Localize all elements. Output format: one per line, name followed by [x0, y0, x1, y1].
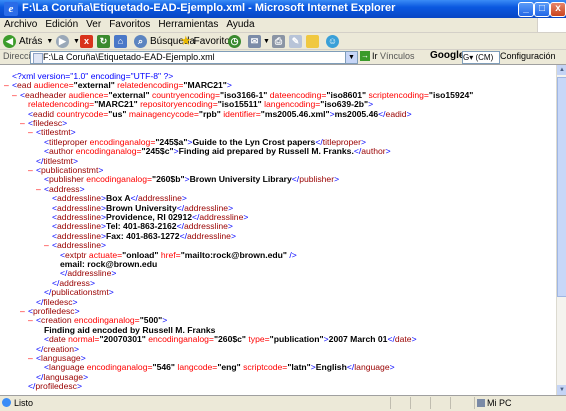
favorites-button[interactable]: ★ Favoritos: [180, 33, 235, 49]
title-bar: e F:\La Coruña\Etiquetado-EAD-Ejemplo.xm…: [0, 0, 566, 18]
menu-ayuda[interactable]: Ayuda: [222, 18, 258, 30]
print-button[interactable]: ⎙: [272, 33, 285, 49]
google-logo: Google: [430, 50, 465, 61]
collapse-toggle[interactable]: –: [28, 165, 36, 175]
folder-icon: [306, 34, 319, 48]
ie-logo-icon: e: [4, 2, 18, 16]
address-input[interactable]: F:\La Coruña\Etiquetado-EAD-Ejemplo.xml: [30, 51, 357, 64]
go-button[interactable]: → Ir: [360, 51, 378, 61]
messenger-icon: ☺: [326, 34, 339, 48]
forward-arrow-icon: ▶: [56, 34, 69, 48]
print-icon: ⎙: [272, 34, 285, 48]
status-divider: [410, 397, 411, 409]
xml-line-date: <date normal="20070301" encodinganalog="…: [44, 334, 417, 345]
mail-icon: ✉: [248, 34, 261, 48]
page-status-icon: [2, 398, 11, 407]
status-text: Listo: [14, 398, 34, 408]
xml-line-language: <language encodinganalog="546" langcode=…: [44, 362, 395, 373]
status-divider: [390, 397, 391, 409]
refresh-icon: ↻: [97, 34, 110, 48]
collapse-toggle[interactable]: –: [44, 240, 52, 250]
xml-line-eadid: <eadid countrycode="us" mainagencycode="…: [28, 108, 412, 119]
address-value: F:\La Coruña\Etiquetado-EAD-Ejemplo.xml: [43, 52, 215, 62]
refresh-button[interactable]: ↻: [97, 33, 110, 49]
address-bar: Dirección F:\La Coruña\Etiquetado-EAD-Ej…: [0, 50, 566, 65]
collapse-toggle[interactable]: –: [28, 315, 36, 325]
menu-favoritos[interactable]: Favoritos: [105, 18, 154, 30]
favorites-star-icon: ★: [180, 33, 192, 48]
vertical-scrollbar[interactable]: ▲ ▼: [556, 65, 566, 395]
xml-document-view: <?xml version="1.0" encoding="UTF-8" ?> …: [0, 65, 556, 395]
configuration-button[interactable]: Configuración: [500, 51, 556, 61]
windows-logo-icon: [537, 18, 566, 32]
mail-dropdown-icon[interactable]: ▼: [263, 38, 270, 45]
menu-archivo[interactable]: Archivo: [0, 18, 41, 30]
stop-icon: x: [80, 34, 93, 48]
folder-button[interactable]: [306, 33, 319, 49]
forward-button[interactable]: ▶ ▼: [56, 33, 80, 49]
computer-icon: [477, 399, 485, 407]
xml-line-publisher: <publisher encodinganalog="260$b">Brown …: [44, 174, 340, 185]
stop-button[interactable]: x: [80, 33, 93, 49]
edit-button[interactable]: ✎: [289, 33, 302, 49]
back-arrow-icon: ◀: [3, 34, 16, 48]
links-label[interactable]: Vínculos: [380, 51, 415, 61]
close-button[interactable]: x: [550, 2, 566, 17]
scrollbar-thumb[interactable]: [557, 77, 566, 297]
maximize-button[interactable]: □: [534, 2, 550, 17]
address-dropdown-icon[interactable]: ▼: [345, 51, 358, 64]
collapse-toggle[interactable]: –: [20, 118, 28, 128]
home-button[interactable]: ⌂: [114, 33, 127, 49]
go-arrow-icon: →: [360, 51, 370, 61]
collapse-toggle[interactable]: –: [28, 127, 36, 137]
collapse-toggle[interactable]: –: [28, 353, 36, 363]
minimize-button[interactable]: _: [518, 2, 534, 17]
history-icon: ◷: [228, 34, 241, 48]
home-icon: ⌂: [114, 34, 127, 48]
scroll-down-icon[interactable]: ▼: [557, 385, 566, 395]
security-zone: Mi PC: [474, 397, 564, 409]
toolbar: ◀ Atrás ▼ ▶ ▼ x ↻ ⌂ ⌕ Búsqueda ★ Favorit…: [0, 33, 566, 50]
page-icon: [33, 53, 43, 63]
menu-edicion[interactable]: Edición: [41, 18, 82, 30]
xml-line-profiledesc: </profiledesc>: [28, 381, 82, 392]
status-divider: [450, 397, 451, 409]
window-title: F:\La Coruña\Etiquetado-EAD-Ejemplo.xml …: [22, 2, 396, 14]
collapse-toggle[interactable]: –: [36, 184, 44, 194]
go-label: Ir: [372, 51, 378, 61]
status-divider: [430, 397, 431, 409]
search-icon: ⌕: [134, 34, 147, 48]
mail-button[interactable]: ✉ ▼: [248, 33, 270, 49]
collapse-toggle[interactable]: –: [4, 80, 12, 90]
menu-ver[interactable]: Ver: [82, 18, 105, 30]
menu-bar: Archivo Edición Ver Favoritos Herramientas Ay…: [0, 18, 566, 33]
collapse-toggle[interactable]: –: [20, 306, 28, 316]
edit-icon: ✎: [289, 34, 302, 48]
scroll-up-icon[interactable]: ▲: [557, 65, 566, 75]
zone-label: Mi PC: [487, 398, 512, 408]
xml-line-author: <author encodinganalog="245$c">Finding a…: [44, 146, 391, 157]
messenger-button[interactable]: ☺: [326, 33, 339, 49]
back-label: Atrás: [19, 35, 43, 47]
google-search-box[interactable]: G▾ (CM): [462, 51, 500, 64]
history-button[interactable]: ◷: [228, 33, 241, 49]
collapse-toggle[interactable]: –: [12, 90, 20, 100]
back-dropdown-icon[interactable]: ▼: [46, 38, 53, 45]
status-bar: Listo Mi PC: [0, 395, 566, 411]
menu-herramientas[interactable]: Herramientas: [154, 18, 222, 30]
forward-dropdown-icon[interactable]: ▼: [73, 38, 80, 45]
back-button[interactable]: ◀ Atrás ▼: [3, 33, 53, 49]
